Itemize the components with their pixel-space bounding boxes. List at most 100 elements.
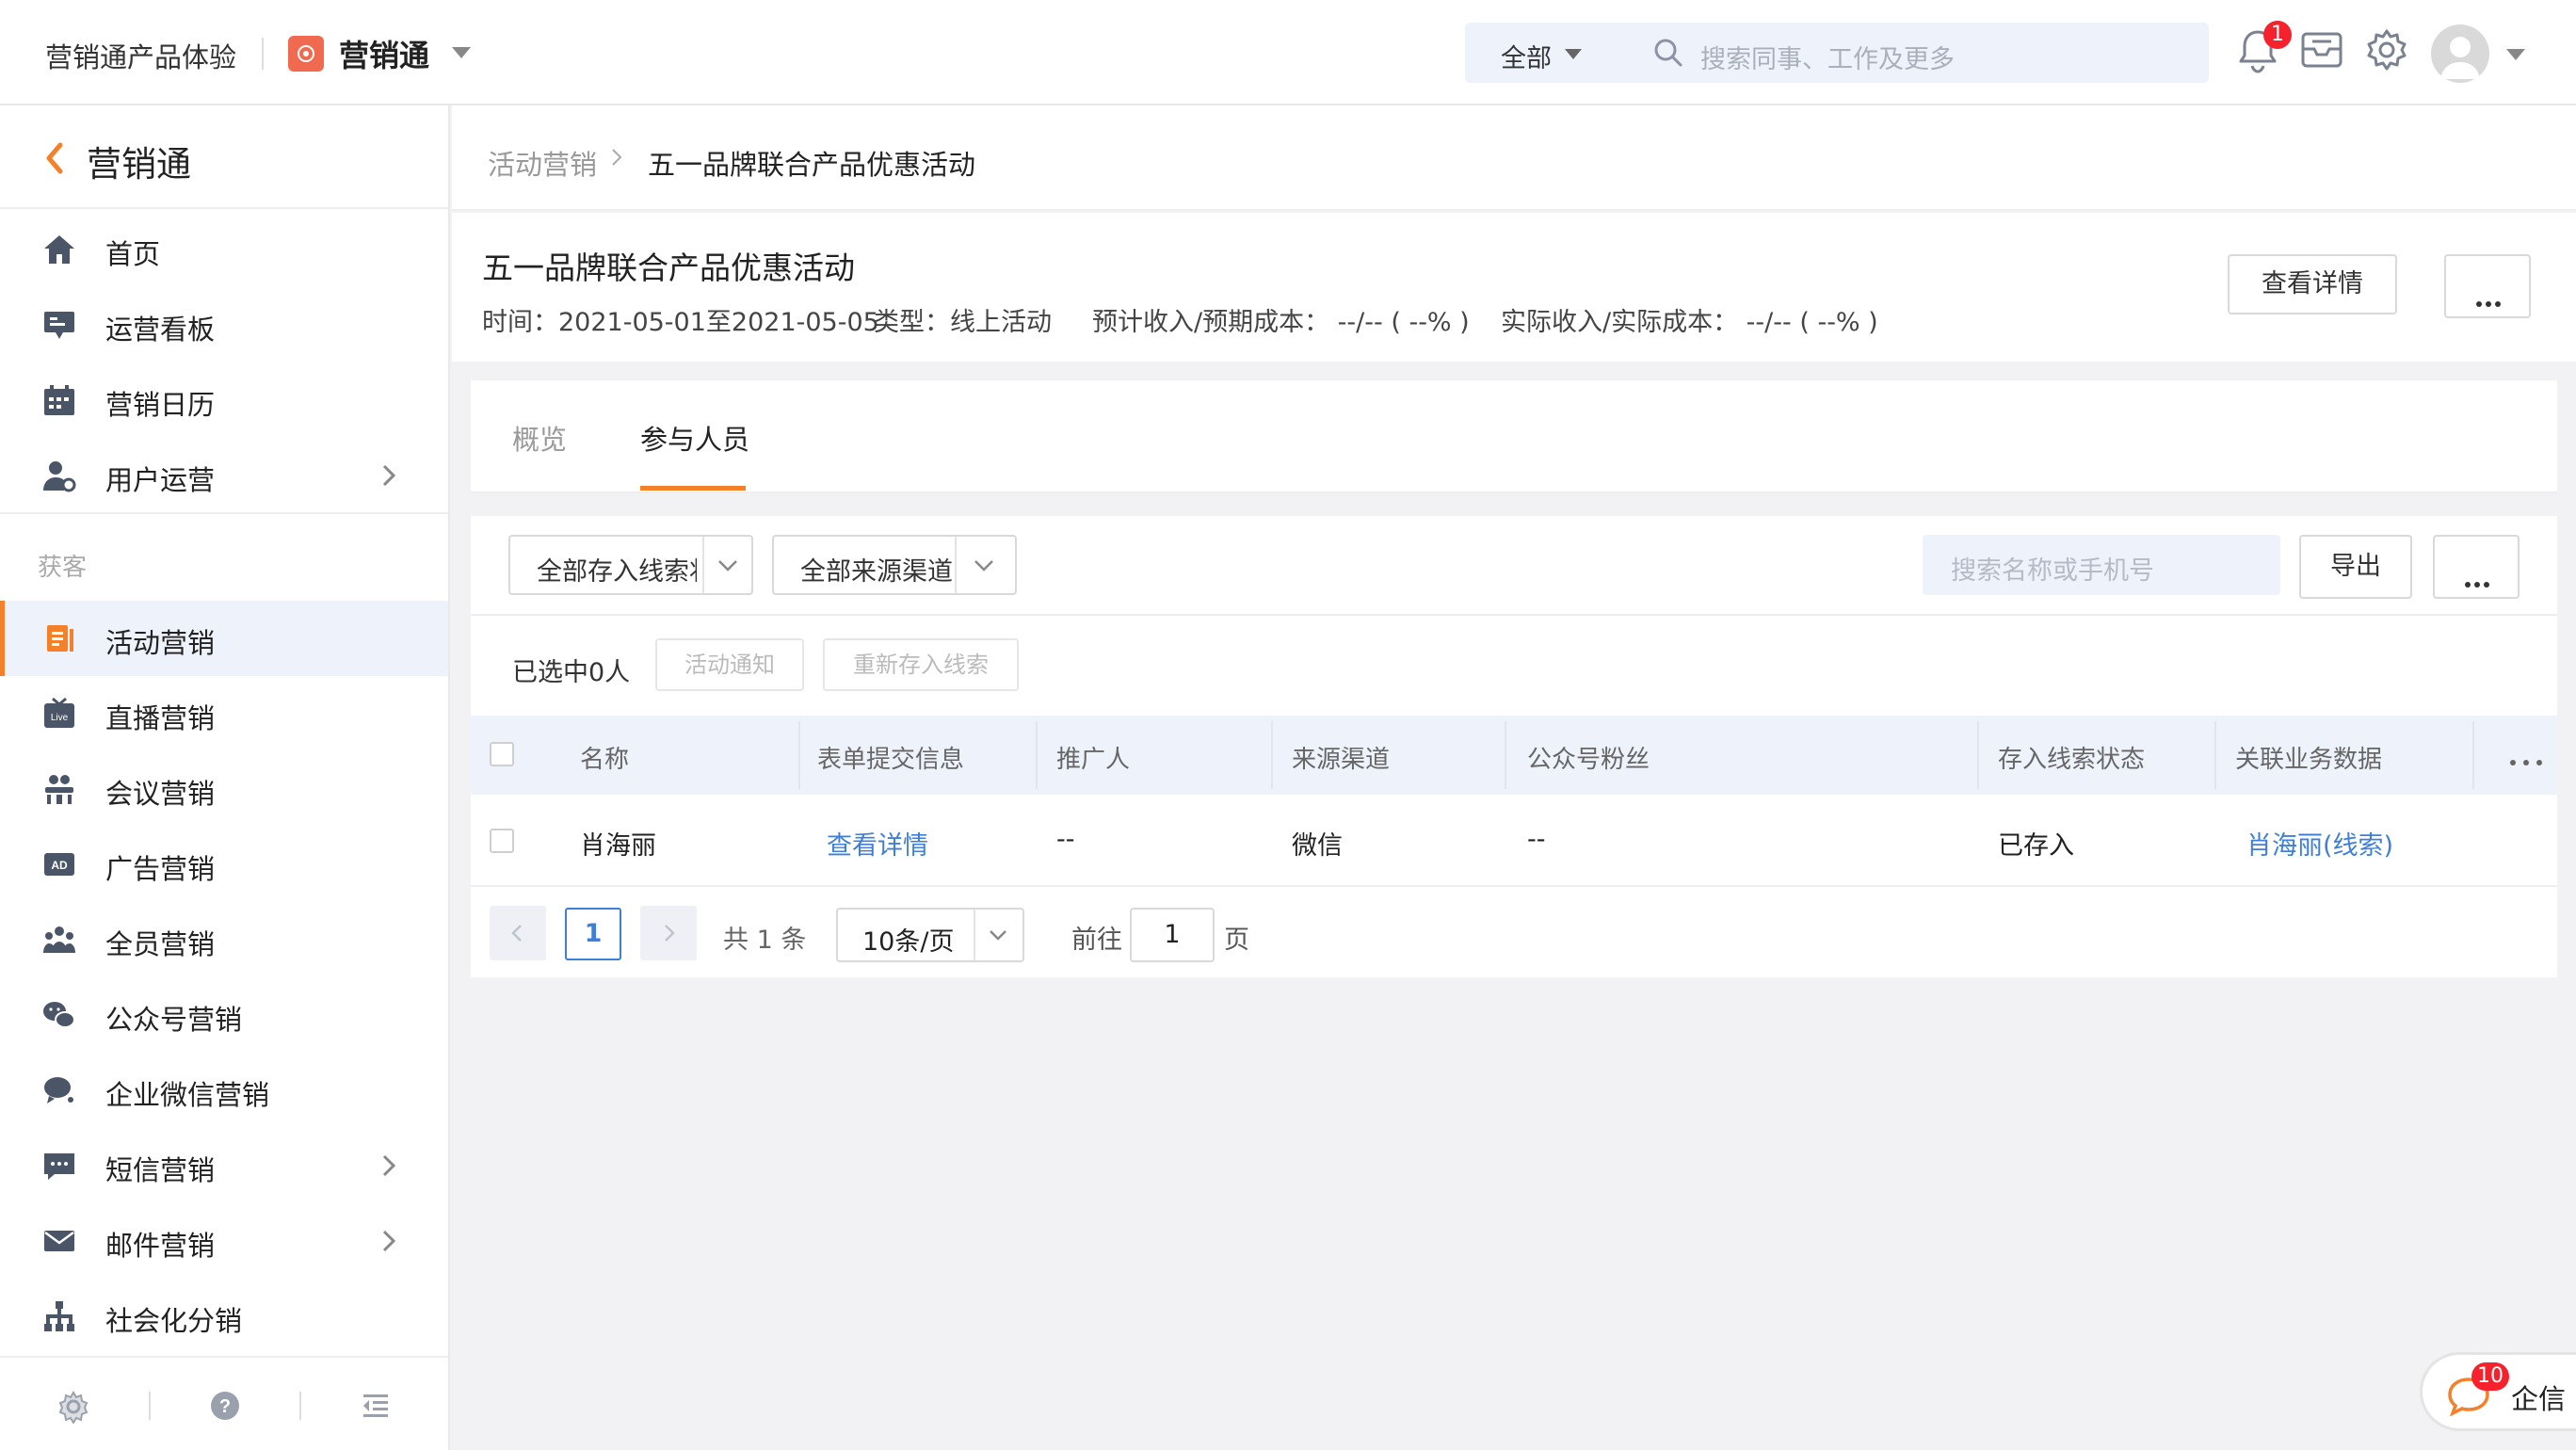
- activity-notify-button[interactable]: 活动通知: [655, 638, 804, 691]
- sidebar-item-label: 营销日历: [105, 389, 216, 421]
- sidebar-item-label: 用户运营: [105, 464, 216, 496]
- global-search[interactable]: 全部 搜索同事、工作及更多: [1465, 23, 2209, 83]
- divider: [299, 1392, 301, 1420]
- breadcrumb-parent[interactable]: 活动营销: [488, 143, 597, 183]
- sidebar-item-user-ops[interactable]: 用户运营: [0, 438, 448, 513]
- search-scope-select[interactable]: 全部: [1501, 38, 1552, 74]
- sidebar-item-distribution[interactable]: 社会化分销: [0, 1279, 448, 1354]
- sidebar-item-calendar[interactable]: 营销日历: [0, 362, 448, 438]
- cell-lead-status: 已存入: [1998, 831, 2074, 861]
- qixin-chat-button[interactable]: 10 企信: [2420, 1352, 2576, 1431]
- view-details-button[interactable]: 查看详情: [2228, 254, 2397, 314]
- export-button[interactable]: 导出: [2299, 535, 2412, 599]
- page-number-current[interactable]: 1: [565, 908, 621, 960]
- product-name[interactable]: 营销通产品体验: [45, 36, 236, 75]
- selected-count: 已选中0人: [512, 658, 631, 687]
- column-header: 公众号粉丝: [1527, 746, 1650, 774]
- help-icon[interactable]: ?: [209, 1390, 241, 1426]
- divider: [2472, 721, 2474, 789]
- column-header: 表单提交信息: [817, 746, 965, 774]
- divider: [1036, 721, 1038, 789]
- chevron-down-icon[interactable]: [452, 47, 471, 58]
- back-arrow-icon[interactable]: [41, 139, 68, 181]
- row-checkbox[interactable]: [490, 829, 514, 853]
- sidebar-item-team[interactable]: 全员营销: [0, 902, 448, 977]
- sidebar-item-label: 首页: [105, 238, 161, 270]
- gear-icon[interactable]: [2363, 26, 2410, 77]
- tab-overview[interactable]: 概览: [512, 418, 567, 458]
- sidebar-item-sms[interactable]: 短信营销: [0, 1128, 448, 1203]
- chevron-down-icon[interactable]: [2506, 49, 2525, 60]
- svg-text:Live: Live: [51, 713, 69, 723]
- sidebar-item-live[interactable]: Live 直播营销: [0, 676, 448, 751]
- divider: [149, 1392, 151, 1420]
- activity-time: 时间：2021-05-01至2021-05-05: [482, 308, 879, 337]
- related-lead-link[interactable]: 肖海丽(线索): [2246, 825, 2393, 862]
- search-icon: [1651, 36, 1685, 73]
- source-channel-select[interactable]: 全部来源渠道: [772, 535, 1017, 595]
- sidebar-item-label: 社会化分销: [105, 1305, 243, 1337]
- cell-name: 肖海丽: [580, 831, 656, 861]
- more-icon: [2476, 284, 2501, 314]
- prev-page-button[interactable]: [490, 906, 546, 960]
- distribution-icon: [41, 1299, 77, 1333]
- column-settings-icon[interactable]: [2510, 751, 2542, 769]
- app-switcher[interactable]: 营销通: [339, 32, 429, 75]
- next-page-button[interactable]: [640, 906, 697, 960]
- tab-participants[interactable]: 参与人员: [640, 418, 749, 458]
- chevron-down-icon: [716, 556, 740, 578]
- form-info-link[interactable]: 查看详情: [827, 825, 928, 862]
- sidebar-item-work-wechat[interactable]: 企业微信营销: [0, 1053, 448, 1128]
- message-count-badge: 10: [2471, 1362, 2509, 1391]
- collapse-menu-icon[interactable]: [360, 1390, 392, 1426]
- sidebar-item-ad[interactable]: AD 广告营销: [0, 827, 448, 902]
- sidebar-item-mail[interactable]: 邮件营销: [0, 1203, 448, 1279]
- avatar[interactable]: [2431, 24, 2489, 83]
- lead-status-select[interactable]: 全部存入线索状态: [508, 535, 753, 595]
- activity-header: 五一品牌联合产品优惠活动 时间：2021-05-01至2021-05-05 类型…: [452, 213, 2576, 362]
- sidebar-item-label: 广告营销: [105, 853, 216, 885]
- select-all-checkbox[interactable]: [490, 742, 514, 766]
- sidebar-item-label: 会议营销: [105, 778, 216, 810]
- sidebar-item-meeting[interactable]: 会议营销: [0, 751, 448, 827]
- chevron-down-icon[interactable]: [1565, 49, 1582, 59]
- cell-source: 微信: [1292, 831, 1343, 861]
- more-actions-button[interactable]: [2444, 254, 2531, 318]
- sidebar-item-label: 邮件营销: [105, 1230, 216, 1262]
- sidebar-item-home[interactable]: 首页: [0, 212, 448, 287]
- more-actions-button[interactable]: [2433, 535, 2520, 599]
- qixin-label: 企信: [2511, 1383, 2567, 1415]
- column-header: 存入线索状态: [1998, 746, 2146, 774]
- inbox-icon[interactable]: [2299, 28, 2344, 75]
- breadcrumb: 活动营销 五一品牌联合产品优惠活动: [452, 105, 2576, 211]
- page-size-select[interactable]: 10条/页: [836, 908, 1024, 962]
- svg-text:AD: AD: [51, 859, 68, 872]
- participant-search-input[interactable]: 搜索名称或手机号: [1923, 535, 2280, 595]
- sidebar-item-wechat[interactable]: 公众号营销: [0, 977, 448, 1053]
- table-row[interactable]: 肖海丽 查看详情 -- 微信 -- 已存入 肖海丽(线索): [471, 795, 2557, 887]
- settings-icon[interactable]: [56, 1390, 90, 1427]
- sidebar-item-dashboard[interactable]: 运营看板: [0, 287, 448, 362]
- sidebar-item-activity[interactable]: 活动营销: [0, 601, 448, 676]
- live-icon: Live: [41, 697, 77, 731]
- tab-bar: 概览 参与人员: [471, 380, 2557, 493]
- notification-badge: 1: [2263, 21, 2292, 49]
- divider: [1505, 721, 1506, 789]
- goto-page-input[interactable]: 1: [1130, 908, 1215, 962]
- chevron-right-icon: [380, 1228, 397, 1258]
- divider: [1271, 721, 1273, 789]
- work-wechat-icon: [41, 1073, 77, 1107]
- cell-fan: --: [1527, 825, 1546, 854]
- expected-revenue-cost: 预计收入/预期成本： --/-- ( --% ): [1092, 308, 1470, 337]
- column-header: 关联业务数据: [2235, 746, 2383, 774]
- team-icon: [41, 923, 77, 957]
- home-icon: [41, 233, 77, 266]
- resave-lead-button[interactable]: 重新存入线索: [823, 638, 1019, 691]
- select-value: 全部来源渠道: [800, 557, 953, 587]
- active-tab-indicator: [640, 486, 746, 491]
- divider: [1977, 721, 1979, 789]
- more-icon: [2465, 565, 2489, 594]
- participants-panel: 全部存入线索状态 全部来源渠道 搜索名称或手机号 导出 已选中0人 活动通知 重…: [471, 516, 2557, 977]
- divider: [702, 537, 704, 593]
- svg-text:?: ?: [219, 1396, 231, 1417]
